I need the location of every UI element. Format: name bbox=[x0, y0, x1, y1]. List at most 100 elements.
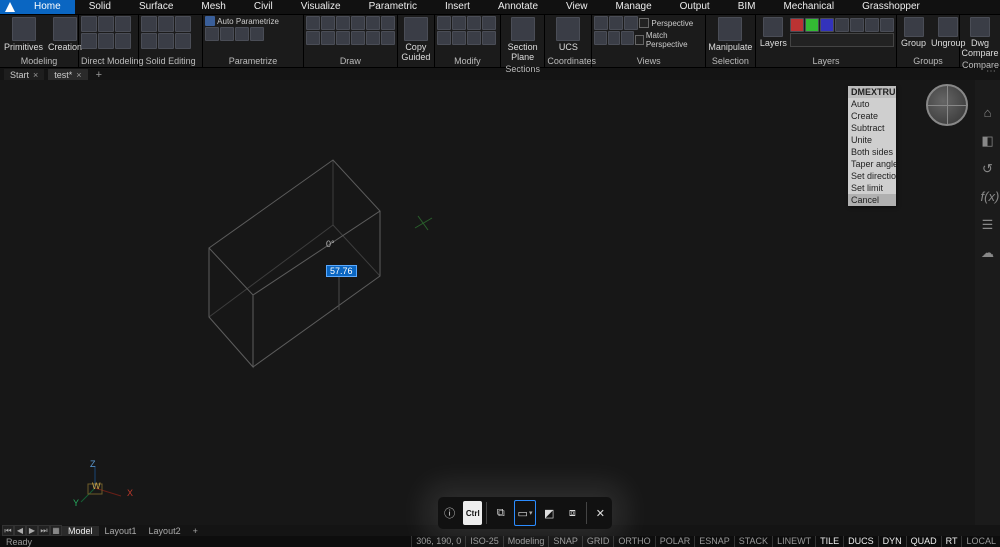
ctx-item-both-sides[interactable]: Both sides bbox=[848, 146, 896, 158]
tab-parametric[interactable]: Parametric bbox=[355, 0, 431, 14]
ctx-item-create[interactable]: Create bbox=[848, 110, 896, 122]
toggle-rt[interactable]: RT bbox=[941, 536, 962, 547]
home-icon[interactable]: ⌂ bbox=[981, 106, 995, 120]
tool-icon[interactable] bbox=[452, 16, 466, 30]
ctx-item-set-limit[interactable]: Set limit bbox=[848, 182, 896, 194]
tool-icon[interactable] bbox=[306, 31, 320, 45]
tool-icon[interactable] bbox=[81, 16, 97, 32]
app-logo[interactable] bbox=[0, 0, 20, 14]
layer-swatch[interactable] bbox=[850, 18, 864, 32]
info-icon[interactable]: ⓘ bbox=[440, 501, 459, 525]
tool-icon[interactable] bbox=[336, 31, 350, 45]
ribbon-overflow-icon[interactable]: ⋯ bbox=[986, 66, 996, 77]
panel-label[interactable]: Draw bbox=[306, 55, 395, 67]
layers-button[interactable]: Layers bbox=[758, 16, 789, 49]
tool-icon[interactable] bbox=[621, 31, 633, 45]
tool-icon[interactable] bbox=[98, 16, 114, 32]
tab-mechanical[interactable]: Mechanical bbox=[769, 0, 848, 14]
ctx-item-subtract[interactable]: Subtract bbox=[848, 122, 896, 134]
status-space[interactable]: Modeling bbox=[503, 536, 549, 547]
toggle-stack[interactable]: STACK bbox=[734, 536, 772, 547]
tool-icon[interactable] bbox=[467, 16, 481, 30]
tool-icon[interactable] bbox=[381, 16, 395, 30]
nav-prev-icon[interactable]: ◀ bbox=[14, 525, 26, 536]
group-button[interactable]: Group bbox=[899, 16, 928, 49]
ucs-button[interactable]: UCS bbox=[547, 16, 589, 53]
manipulate-button[interactable]: Manipulate bbox=[708, 16, 753, 53]
tab-manage[interactable]: Manage bbox=[602, 0, 666, 14]
tool-icon[interactable] bbox=[306, 16, 320, 30]
tool-icon[interactable] bbox=[594, 31, 606, 45]
perspective-checkbox[interactable]: Perspective bbox=[639, 16, 693, 30]
tool-icon[interactable] bbox=[624, 16, 638, 30]
toggle-linewt[interactable]: LINEWT bbox=[772, 536, 815, 547]
tool-icon[interactable] bbox=[381, 31, 395, 45]
layer-swatch[interactable] bbox=[790, 18, 804, 32]
panel-label[interactable]: Groups bbox=[899, 55, 957, 67]
tool-icon[interactable] bbox=[351, 31, 365, 45]
ctx-item-unite[interactable]: Unite bbox=[848, 134, 896, 146]
panel-label[interactable]: Modify bbox=[437, 55, 498, 67]
panel-label[interactable]: Views bbox=[594, 55, 702, 67]
section-plane-button[interactable]: Section Plane bbox=[503, 16, 542, 63]
tool-icon[interactable] bbox=[366, 31, 380, 45]
close-icon[interactable]: ✕ bbox=[591, 501, 610, 525]
extrude-unite-icon[interactable]: ⧈ bbox=[563, 501, 582, 525]
toggle-tile[interactable]: TILE bbox=[815, 536, 843, 547]
tool-icon[interactable] bbox=[141, 16, 157, 32]
layer-swatch[interactable] bbox=[880, 18, 894, 32]
ctx-item-cancel[interactable]: Cancel bbox=[848, 194, 896, 206]
toggle-local[interactable]: LOCAL bbox=[961, 536, 1000, 547]
tab-grasshopper[interactable]: Grasshopper bbox=[848, 0, 934, 14]
tab-solid[interactable]: Solid bbox=[75, 0, 125, 14]
panel-label[interactable]: Sections bbox=[503, 63, 542, 75]
toggle-grid[interactable]: GRID bbox=[582, 536, 614, 547]
tab-civil[interactable]: Civil bbox=[240, 0, 287, 14]
tool-icon[interactable] bbox=[351, 16, 365, 30]
panel-label[interactable]: Solid Editing bbox=[141, 55, 200, 67]
layer-dropdown[interactable] bbox=[790, 33, 894, 47]
tab-insert[interactable]: Insert bbox=[431, 0, 484, 14]
tool-icon[interactable] bbox=[366, 16, 380, 30]
cloud-icon[interactable]: ☁ bbox=[981, 246, 995, 260]
layout-add-button[interactable]: + bbox=[187, 526, 204, 536]
layer-swatch[interactable] bbox=[865, 18, 879, 32]
layer-swatch[interactable] bbox=[820, 18, 834, 32]
toggle-ortho[interactable]: ORTHO bbox=[613, 536, 654, 547]
viewport-3d[interactable]: 0° 57.76 Z X Y W bbox=[0, 80, 975, 525]
extrude-create-icon[interactable]: ▭▾ bbox=[514, 500, 535, 526]
fx-icon[interactable]: f(x) bbox=[981, 190, 995, 204]
status-standard[interactable]: ISO-25 bbox=[465, 536, 503, 547]
auto-parametrize-button[interactable]: Auto Parametrize bbox=[205, 16, 279, 26]
close-icon[interactable]: × bbox=[33, 70, 38, 80]
panel-label[interactable]: Selection bbox=[708, 55, 753, 67]
tool-icon[interactable] bbox=[321, 31, 335, 45]
tool-icon[interactable] bbox=[158, 33, 174, 49]
match-perspective-checkbox[interactable]: Match Perspective bbox=[635, 31, 703, 49]
nav-first-icon[interactable]: ⏮ bbox=[2, 525, 14, 536]
ctx-item-set-direction[interactable]: Set direction bbox=[848, 170, 896, 182]
ctx-item-taper-angle[interactable]: Taper angle bbox=[848, 158, 896, 170]
layout-tab-2[interactable]: Layout2 bbox=[143, 526, 187, 536]
tool-icon[interactable] bbox=[115, 16, 131, 32]
view-navigator[interactable] bbox=[926, 84, 968, 126]
ctx-item-auto[interactable]: Auto bbox=[848, 98, 896, 110]
toggle-polar[interactable]: POLAR bbox=[655, 536, 695, 547]
tool-icon[interactable] bbox=[321, 16, 335, 30]
tab-annotate[interactable]: Annotate bbox=[484, 0, 552, 14]
toggle-snap[interactable]: SNAP bbox=[548, 536, 582, 547]
extrude-subtract-icon[interactable]: ◩ bbox=[540, 501, 559, 525]
history-icon[interactable]: ↺ bbox=[981, 162, 995, 176]
layers-icon[interactable]: ◧ bbox=[981, 134, 995, 148]
tab-home[interactable]: Home bbox=[20, 0, 75, 14]
panel-label[interactable]: Layers bbox=[758, 55, 894, 67]
copy-guided-button[interactable]: Copy Guided bbox=[400, 16, 432, 63]
layer-swatch[interactable] bbox=[835, 18, 849, 32]
dwg-compare-button[interactable]: Dwg Compare bbox=[962, 16, 998, 59]
tool-icon[interactable] bbox=[158, 16, 174, 32]
tool-icon[interactable] bbox=[235, 27, 249, 41]
tool-icon[interactable] bbox=[437, 31, 451, 45]
close-icon[interactable]: × bbox=[76, 70, 81, 80]
tool-icon[interactable] bbox=[141, 33, 157, 49]
tool-icon[interactable] bbox=[81, 33, 97, 49]
